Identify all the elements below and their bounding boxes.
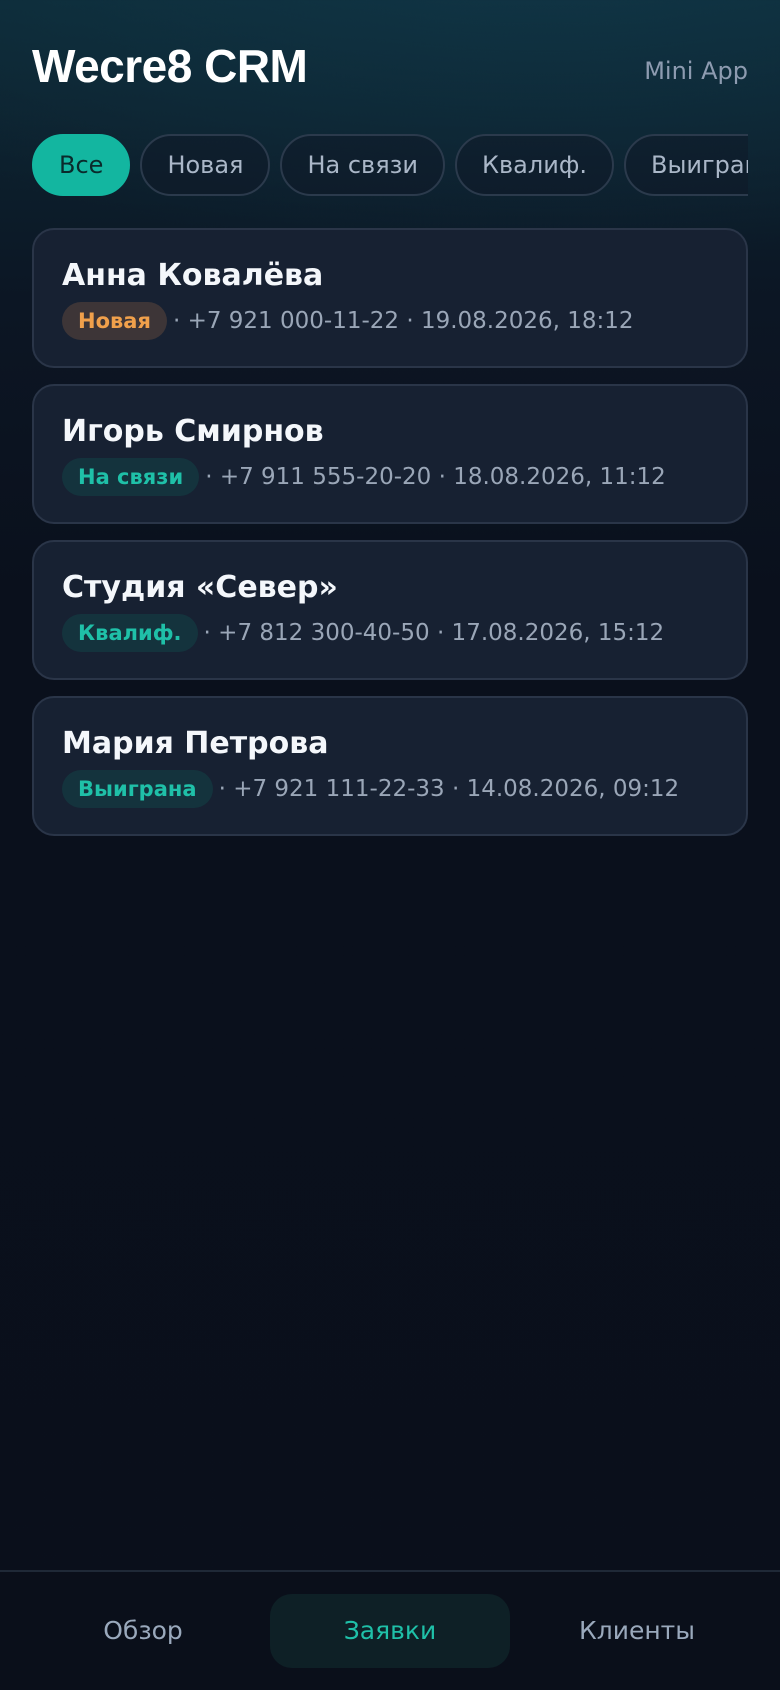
filter-chip-in-contact[interactable]: На связи: [280, 134, 445, 196]
status-badge: Новая: [62, 302, 167, 340]
lead-card[interactable]: Мария Петрова Выиграна · +7 921 111-22-33…: [32, 696, 748, 836]
bottom-navigation: Обзор Заявки Клиенты: [0, 1570, 780, 1690]
lead-contact-info: · +7 921 111-22-33 · 14.08.2026, 09:12: [218, 776, 680, 802]
lead-meta: Новая · +7 921 000-11-22 · 19.08.2026, 18…: [62, 302, 718, 340]
status-filter-bar[interactable]: ВсеНоваяНа связиКвалиф.Выиграна: [32, 134, 748, 196]
lead-meta: На связи · +7 911 555-20-20 · 18.08.2026,…: [62, 458, 718, 496]
lead-contact-info: · +7 812 300-40-50 · 17.08.2026, 15:12: [203, 620, 665, 646]
app-subtitle: Mini App: [644, 57, 748, 85]
lead-meta: Квалиф. · +7 812 300-40-50 · 17.08.2026, …: [62, 614, 718, 652]
app-header: Wecre8 CRM Mini App: [32, 36, 748, 96]
lead-name: Мария Петрова: [62, 726, 329, 761]
filter-chip-all[interactable]: Все: [32, 134, 131, 196]
nav-tab-overview[interactable]: Обзор: [32, 1594, 254, 1668]
lead-name: Игорь Смирнов: [62, 414, 324, 449]
status-badge: На связи: [62, 458, 200, 496]
lead-card[interactable]: Игорь Смирнов На связи · +7 911 555-20-20…: [32, 384, 748, 524]
filter-chip-qualified[interactable]: Квалиф.: [455, 134, 614, 196]
lead-name: Анна Ковалёва: [62, 258, 324, 293]
nav-tab-leads[interactable]: Заявки: [270, 1594, 510, 1668]
filter-chip-new[interactable]: Новая: [140, 134, 271, 196]
lead-contact-info: · +7 911 555-20-20 · 18.08.2026, 11:12: [205, 464, 666, 490]
lead-name: Студия «Север»: [62, 570, 338, 605]
lead-card[interactable]: Студия «Север» Квалиф. · +7 812 300-40-50…: [32, 540, 748, 680]
status-badge: Квалиф.: [62, 614, 198, 652]
lead-meta: Выиграна · +7 921 111-22-33 · 14.08.2026,…: [62, 770, 718, 808]
lead-card[interactable]: Анна Ковалёва Новая · +7 921 000-11-22 · …: [32, 228, 748, 368]
filter-chip-won[interactable]: Выиграна: [623, 134, 748, 196]
lead-contact-info: · +7 921 000-11-22 · 19.08.2026, 18:12: [172, 308, 634, 334]
lead-list: Анна Ковалёва Новая · +7 921 000-11-22 · …: [32, 228, 748, 852]
nav-tab-clients[interactable]: Клиенты: [526, 1594, 748, 1668]
app-title: Wecre8 CRM: [32, 40, 308, 92]
status-badge: Выиграна: [62, 770, 213, 808]
